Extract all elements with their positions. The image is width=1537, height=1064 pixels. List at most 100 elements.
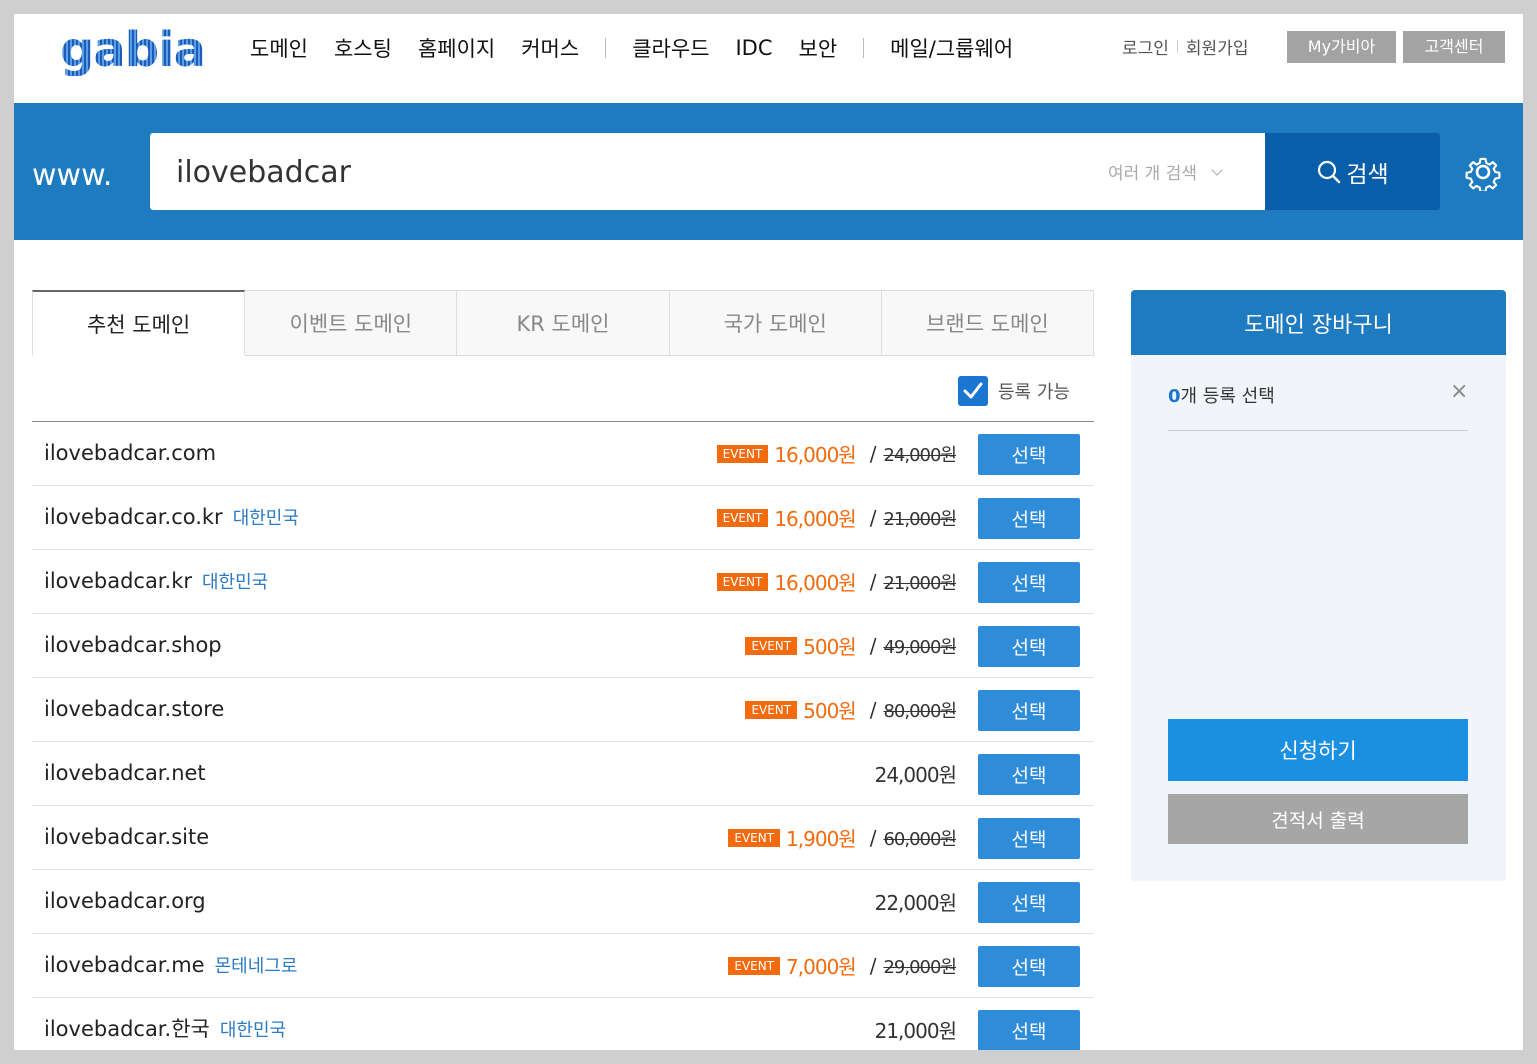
- menu-homepage[interactable]: 홈페이지: [418, 33, 495, 63]
- domain-name: ilovebadcar.org: [44, 889, 206, 913]
- domain-row: ilovebadcar.me 몬테네그로 EVENT 7,000원 / 29,00…: [32, 934, 1094, 998]
- check-icon: [963, 382, 983, 399]
- select-button[interactable]: 선택: [978, 946, 1080, 987]
- price-separator: /: [869, 697, 877, 722]
- menu-hosting[interactable]: 호스팅: [334, 33, 392, 63]
- multi-search-label: 여러 개 검색: [1108, 164, 1198, 184]
- menu-mail-groupware[interactable]: 메일/그룹웨어: [890, 33, 1013, 63]
- sale-price: 500원: [803, 635, 857, 659]
- original-price: 24,000원: [883, 444, 957, 466]
- original-price: 80,000원: [883, 700, 957, 722]
- select-button[interactable]: 선택: [978, 818, 1080, 859]
- select-button[interactable]: 선택: [978, 1010, 1080, 1050]
- menu-commerce[interactable]: 커머스: [521, 33, 579, 63]
- event-badge: EVENT: [716, 572, 769, 591]
- tab-recommended[interactable]: 추천 도메인: [32, 290, 246, 356]
- price-cell: EVENT 16,000원 / 21,000원: [716, 486, 957, 549]
- cart-count: 0개 등록 선택: [1168, 382, 1275, 408]
- price-separator: /: [869, 569, 877, 594]
- sale-price: 16,000원: [774, 571, 856, 595]
- price-separator: /: [869, 953, 877, 978]
- cart-count-label: 개 등록 선택: [1180, 386, 1275, 407]
- domain-name-cell: ilovebadcar.kr 대한민국: [44, 550, 268, 613]
- customer-center-button[interactable]: 고객센터: [1403, 31, 1505, 63]
- top-navigation: gabia. 도메인 호스팅 홈페이지 커머스 클라우드 IDC 보안 메일/그…: [14, 14, 1523, 103]
- select-button[interactable]: 선택: [978, 882, 1080, 923]
- domain-name: ilovebadcar.shop: [44, 633, 222, 657]
- sale-price: 500원: [803, 699, 857, 723]
- domain-name-cell: ilovebadcar.com: [44, 422, 216, 485]
- select-button[interactable]: 선택: [978, 434, 1080, 475]
- event-badge: EVENT: [716, 508, 769, 527]
- menu-domain[interactable]: 도메인: [250, 33, 308, 63]
- tab-event[interactable]: 이벤트 도메인: [245, 290, 458, 356]
- domain-search-input[interactable]: [174, 149, 1078, 195]
- menu-cloud[interactable]: 클라우드: [632, 33, 709, 63]
- event-badge: EVENT: [745, 636, 798, 655]
- sale-price: 16,000원: [774, 507, 856, 531]
- browser-frame: gabia. 도메인 호스팅 홈페이지 커머스 클라우드 IDC 보안 메일/그…: [14, 14, 1523, 1050]
- my-gabia-button[interactable]: My가비아: [1287, 31, 1396, 63]
- price-cell: EVENT 1,900원 / 60,000원: [728, 806, 957, 869]
- gabia-logo[interactable]: gabia.: [60, 24, 223, 76]
- original-price: 21,000원: [883, 508, 957, 530]
- price-cell: 24,000원: [874, 742, 957, 805]
- price-cell: 22,000원: [875, 870, 957, 933]
- tab-brand[interactable]: 브랜드 도메인: [881, 290, 1095, 356]
- main-menu: 도메인 호스팅 홈페이지 커머스 클라우드 IDC 보안 메일/그룹웨어: [250, 32, 1039, 64]
- domain-name: ilovebadcar.com: [44, 441, 217, 465]
- price-cell: EVENT 16,000원 / 21,000원: [716, 550, 957, 613]
- select-button[interactable]: 선택: [978, 626, 1080, 667]
- domain-tabs: 추천 도메인 이벤트 도메인 KR 도메인 국가 도메인 브랜드 도메인: [32, 290, 1095, 356]
- menu-idc[interactable]: IDC: [735, 36, 772, 60]
- search-band: www. 여러 개 검색 검색: [14, 103, 1523, 240]
- login-link[interactable]: 로그인: [1122, 34, 1169, 59]
- sale-price: 1,900원: [786, 827, 857, 851]
- country-label: 대한민국: [219, 1020, 287, 1041]
- select-button[interactable]: 선택: [978, 690, 1080, 731]
- sale-price: 16,000원: [774, 443, 856, 467]
- price-cell: EVENT 7,000원 / 29,000원: [728, 934, 957, 997]
- domain-row: ilovebadcar.org 22,000원 선택: [32, 870, 1094, 934]
- country-label: 대한민국: [201, 572, 269, 593]
- search-icon: [1318, 160, 1341, 183]
- country-label: 대한민국: [232, 508, 299, 529]
- regular-price: 24,000원: [874, 763, 957, 787]
- regular-price: 21,000원: [874, 1019, 957, 1043]
- event-badge: EVENT: [716, 444, 769, 463]
- domain-name-cell: ilovebadcar.org: [44, 870, 206, 933]
- price-cell: EVENT 500원 / 80,000원: [745, 678, 957, 741]
- domain-name: ilovebadcar.한국: [44, 1017, 210, 1041]
- domain-name-cell: ilovebadcar.store: [44, 678, 224, 741]
- www-prefix: www.: [32, 158, 113, 193]
- domain-list: ilovebadcar.com EVENT 16,000원 / 24,000원 …: [32, 422, 1094, 1050]
- country-label: 몬테네그로: [214, 956, 298, 977]
- original-price: 60,000원: [883, 828, 957, 850]
- domain-row: ilovebadcar.co.kr 대한민국 EVENT 16,000원 / 21…: [32, 486, 1094, 550]
- util-divider: [1176, 40, 1178, 53]
- cart-divider: [1168, 430, 1468, 431]
- available-filter[interactable]: 등록 가능: [958, 376, 1070, 406]
- menu-security[interactable]: 보안: [799, 33, 838, 63]
- chevron-down-icon: [1211, 163, 1223, 176]
- domain-name-cell: ilovebadcar.shop: [44, 614, 222, 677]
- print-quote-button[interactable]: 견적서 출력: [1168, 794, 1468, 844]
- tab-kr[interactable]: KR 도메인: [457, 290, 670, 356]
- sale-price: 7,000원: [786, 955, 857, 979]
- domain-name-cell: ilovebadcar.net: [44, 742, 206, 805]
- select-button[interactable]: 선택: [978, 498, 1080, 539]
- close-icon[interactable]: ×: [1450, 381, 1468, 403]
- multi-search-toggle[interactable]: 여러 개 검색: [1108, 159, 1223, 184]
- domain-name: ilovebadcar.site: [44, 825, 210, 849]
- cart-count-number: 0: [1168, 386, 1181, 407]
- event-badge: EVENT: [728, 956, 781, 975]
- search-button[interactable]: 검색: [1265, 133, 1440, 210]
- select-button[interactable]: 선택: [978, 562, 1080, 603]
- select-button[interactable]: 선택: [978, 754, 1080, 795]
- price-separator: /: [869, 825, 877, 850]
- tab-country[interactable]: 국가 도메인: [669, 290, 882, 356]
- settings-gear-icon[interactable]: [1464, 153, 1502, 191]
- apply-button[interactable]: 신청하기: [1168, 719, 1468, 781]
- signup-link[interactable]: 회원가입: [1186, 34, 1249, 59]
- available-checkbox[interactable]: [958, 376, 988, 406]
